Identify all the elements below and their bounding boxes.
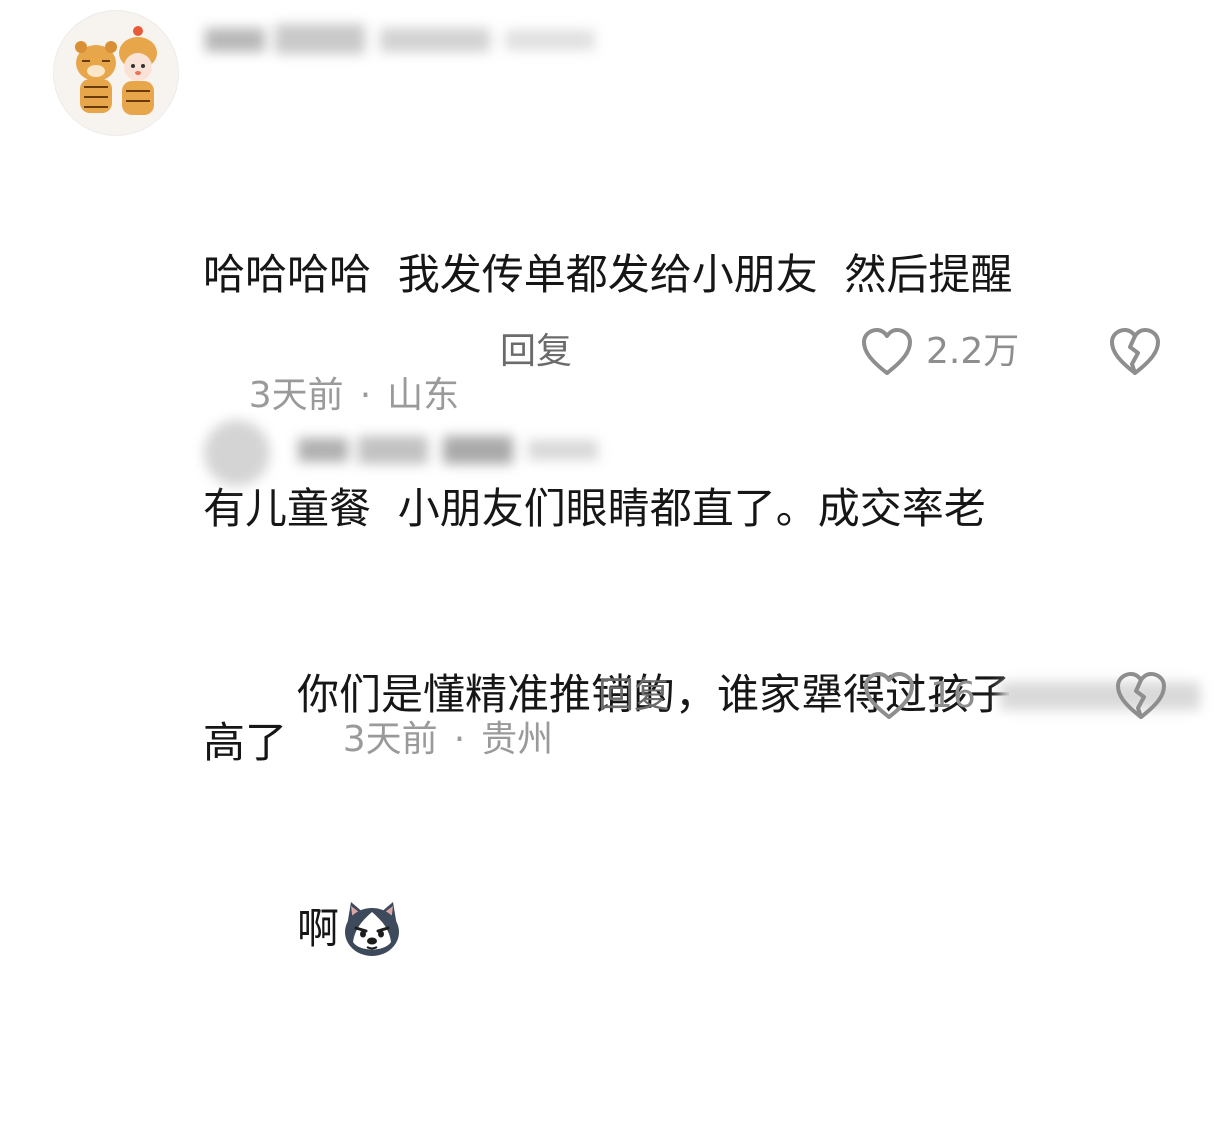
comment-time: 3天前: [342, 719, 438, 760]
comment-text-segment: 啊: [297, 904, 340, 953]
comment-text: 你们是懂精准推销的，谁家犟得过孩子 啊: [297, 500, 1011, 1124]
username-blurred[interactable]: [298, 432, 618, 466]
husky-dog-emoji: [345, 902, 400, 956]
user-avatar[interactable]: [204, 420, 270, 486]
meta-separator: ·: [453, 719, 466, 760]
broken-heart-icon: [1116, 672, 1166, 719]
username-blurred[interactable]: [205, 22, 605, 56]
broken-heart-icon: [1110, 328, 1160, 375]
tiger-kids-avatar-icon: [54, 11, 178, 135]
reply-button[interactable]: 回复: [500, 330, 572, 374]
user-avatar[interactable]: [53, 10, 179, 136]
comment-time: 3天前: [248, 375, 344, 416]
dislike-button[interactable]: [1114, 670, 1168, 722]
comment-location: 山东: [387, 375, 460, 416]
meta-separator: ·: [359, 375, 372, 416]
comment-text-line: 哈哈哈哈 我发传单都发给小朋友 然后提醒: [203, 250, 1013, 299]
dislike-button[interactable]: [1108, 326, 1162, 378]
heart-outline-icon: [862, 328, 912, 375]
watermark-blurred: [1000, 676, 1200, 716]
comment-meta: 3天前 · 贵州: [297, 674, 553, 806]
heart-outline-icon: [864, 672, 914, 719]
comment-text-line: 啊: [297, 890, 1011, 968]
comment-location: 贵州: [481, 719, 554, 760]
like-count: 2.2万: [926, 331, 1020, 372]
reply-button[interactable]: 回复: [598, 674, 670, 718]
like-count: 16: [930, 675, 976, 716]
